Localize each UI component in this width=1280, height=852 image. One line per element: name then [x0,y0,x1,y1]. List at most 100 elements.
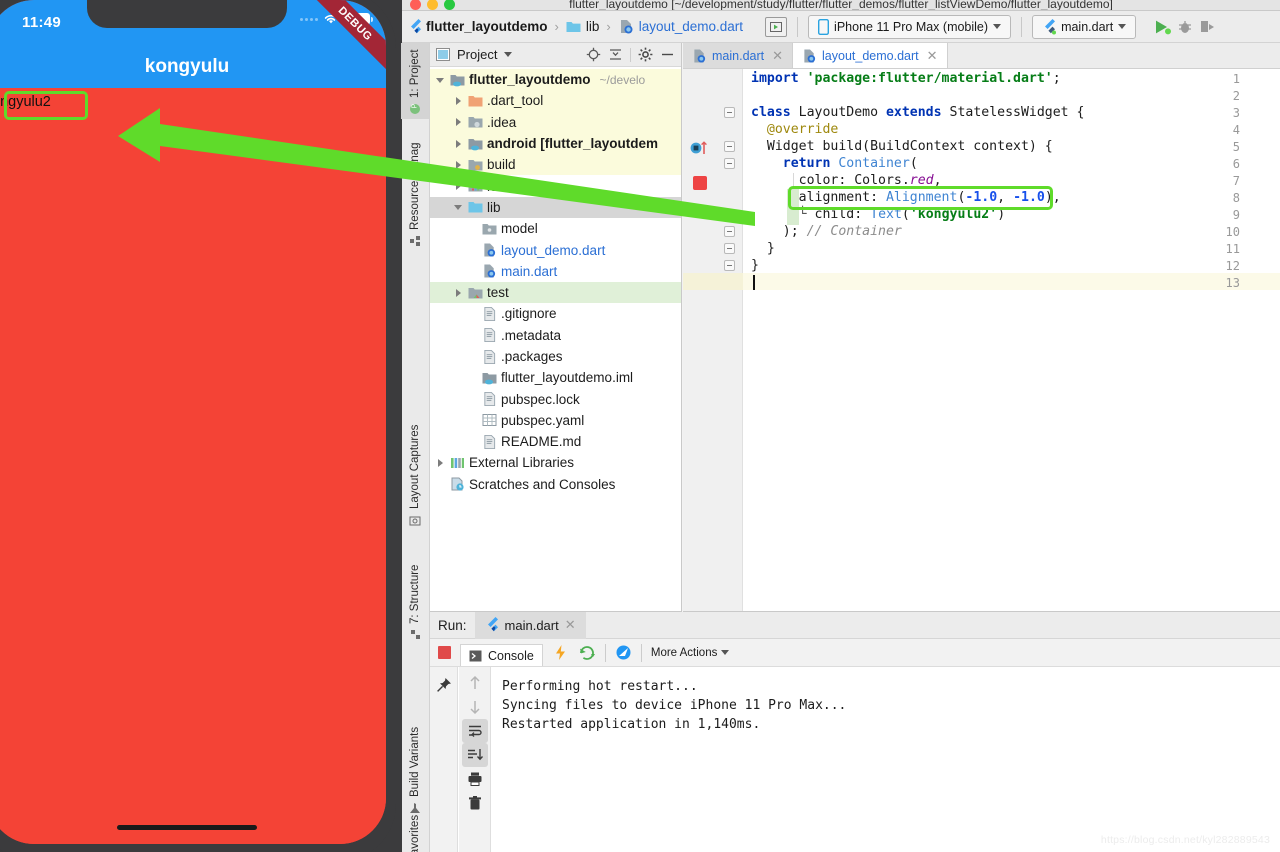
device-selector[interactable]: iPhone 11 Pro Max (mobile) [808,14,1012,39]
run-tab-main-dart[interactable]: main.dart ✕ [474,611,586,639]
tree-item-model[interactable]: model [430,218,681,239]
locate-icon[interactable] [586,47,601,62]
sidebar-item-layout-captures[interactable]: Layout Captures [401,408,429,530]
tree-item-build[interactable]: build [430,154,681,176]
tree-item-layout-demo-dart[interactable]: layout_demo.dart [430,239,681,260]
tree-item-android[interactable]: android [flutter_layoutdem [430,132,681,155]
collapse-all-icon[interactable] [608,47,623,62]
minimize-icon[interactable] [427,0,438,10]
chevron-right-icon[interactable] [436,458,446,468]
sidebar-item-favorites[interactable]: 2: Favorites [401,815,429,852]
tree-item-main-dart[interactable]: main.dart [430,261,681,282]
breakpoint-marker[interactable] [693,176,707,190]
more-actions-button[interactable]: More Actions [650,646,730,659]
scroll-up-button[interactable] [462,671,488,695]
pin-tab-button[interactable] [431,673,457,697]
sidebar-item-structure-label: 7: Structure [409,564,421,624]
maximize-icon[interactable] [444,0,455,10]
tree-item-packages[interactable]: .packages [430,346,681,367]
tree-item-metadata[interactable]: .metadata [430,325,681,346]
fold-marker[interactable] [724,107,735,118]
fold-marker[interactable] [724,141,735,152]
tree-item-pubspec-lock[interactable]: pubspec.lock [430,388,681,409]
profile-button-icon[interactable] [1198,19,1216,35]
tree-item-dart-tool[interactable]: .dart_tool [430,90,681,112]
run-gutter-icon[interactable] [689,141,709,155]
hot-restart-icon[interactable] [578,644,596,661]
editor-body[interactable]: 1 2 3 4 5 6 7 8 9 10 11 12 13 import 'pa… [683,69,1280,611]
console-output[interactable]: Performing hot restart... Syncing files … [492,667,1280,852]
run-tab-row: Run: main.dart ✕ [430,611,1280,639]
sidebar-item-structure[interactable]: 7: Structure [401,545,429,645]
chevron-right-icon[interactable] [454,117,464,127]
hot-reload-icon[interactable] [552,644,569,661]
stop-button-icon[interactable] [438,646,451,659]
tree-label: build [487,157,516,173]
chevron-right-icon[interactable] [454,139,464,149]
run-inline-button[interactable] [765,16,788,37]
watermark-text: https://blog.csdn.net/kyl282889543 [1100,834,1270,846]
breadcrumb-file[interactable]: layout_demo.dart [639,19,743,34]
sidebar-item-build-variants[interactable]: Build Variants [401,708,429,818]
tree-item-gitignore[interactable]: .gitignore [430,303,681,324]
console-tab[interactable]: Console [460,644,543,666]
breadcrumb-project[interactable]: flutter_layoutdemo [426,19,548,34]
simulator-screen[interactable]: 11:49 kongyulu ongyulu2 [0,0,386,844]
chevron-right-icon[interactable] [454,288,464,298]
window-traffic-lights[interactable] [410,0,455,10]
print-button[interactable] [462,767,488,791]
scroll-down-button[interactable] [462,695,488,719]
fold-marker[interactable] [724,226,735,237]
chevron-right-icon[interactable] [454,160,464,170]
home-indicator[interactable] [117,825,257,830]
tree-item-flutter-layoutdemo[interactable]: flutter_layoutdemo ~/develo [430,69,681,91]
chevron-down-icon[interactable] [454,202,464,212]
run-toolbar-divider-2 [640,643,642,662]
sidebar-item-resource-manager[interactable]: Resource Manag [401,129,429,251]
app-root: 11:49 kongyulu ongyulu2 [0,0,1280,852]
close-icon[interactable] [410,0,421,10]
gear-icon[interactable] [638,47,653,62]
code-text-area[interactable]: import 'package:flutter/material.dart'; … [743,69,1280,611]
tree-item-external-libraries[interactable]: External Libraries [430,452,681,473]
tab-main-dart[interactable]: main.dart ✕ [683,43,794,68]
soft-wrap-button[interactable] [461,719,488,743]
project-chevron-down-icon[interactable] [504,52,513,57]
tab-layout-demo-dart[interactable]: layout_demo.dart ✕ [793,43,948,68]
tree-item-pubspec-yaml[interactable]: pubspec.yaml [430,410,681,431]
fold-marker[interactable] [724,243,735,254]
sidebar-item-project[interactable]: P 1: Project [401,43,429,119]
app-bar-title: kongyulu [144,56,230,77]
console-icon [469,650,482,661]
close-icon[interactable]: ✕ [927,48,938,64]
toolbar-divider-1 [797,16,799,37]
close-icon[interactable]: ✕ [565,617,576,633]
open-devtools-icon[interactable] [615,644,632,661]
console-line: Restarted application in 1,140ms. [502,717,761,732]
device-selector-label: iPhone 11 Pro Max (mobile) [834,19,989,34]
hide-panel-icon[interactable] [660,47,675,62]
tree-item-iml[interactable]: flutter_layoutdemo.iml [430,367,681,388]
tree-item-test[interactable]: test [430,281,681,304]
chevron-right-icon[interactable] [454,181,464,191]
close-icon[interactable]: ✕ [772,48,783,64]
tree-item-lib[interactable]: lib [430,196,681,219]
scroll-to-end-button[interactable] [461,743,488,767]
run-config-selector[interactable]: main.dart [1032,14,1137,39]
tree-item-idea[interactable]: .idea [430,111,681,133]
debug-button-icon[interactable] [1176,19,1194,35]
app-body-text: ongyulu2 [0,94,51,110]
file-text-icon [484,392,496,407]
tree-item-ios[interactable]: ios [430,175,681,196]
chevron-right-icon[interactable] [454,96,464,106]
tree-label: .dart_tool [487,93,544,109]
more-actions-label: More Actions [650,646,718,659]
run-button-icon[interactable] [1154,19,1172,35]
clear-all-button[interactable] [462,791,488,815]
breadcrumb-folder[interactable]: lib [586,19,600,34]
tree-item-scratches-and-consoles[interactable]: Scratches and Consoles [430,474,681,495]
tree-item-readme[interactable]: README.md [430,431,681,452]
chevron-down-icon[interactable] [436,75,446,85]
fold-marker[interactable] [724,260,735,271]
fold-marker[interactable] [724,158,735,169]
